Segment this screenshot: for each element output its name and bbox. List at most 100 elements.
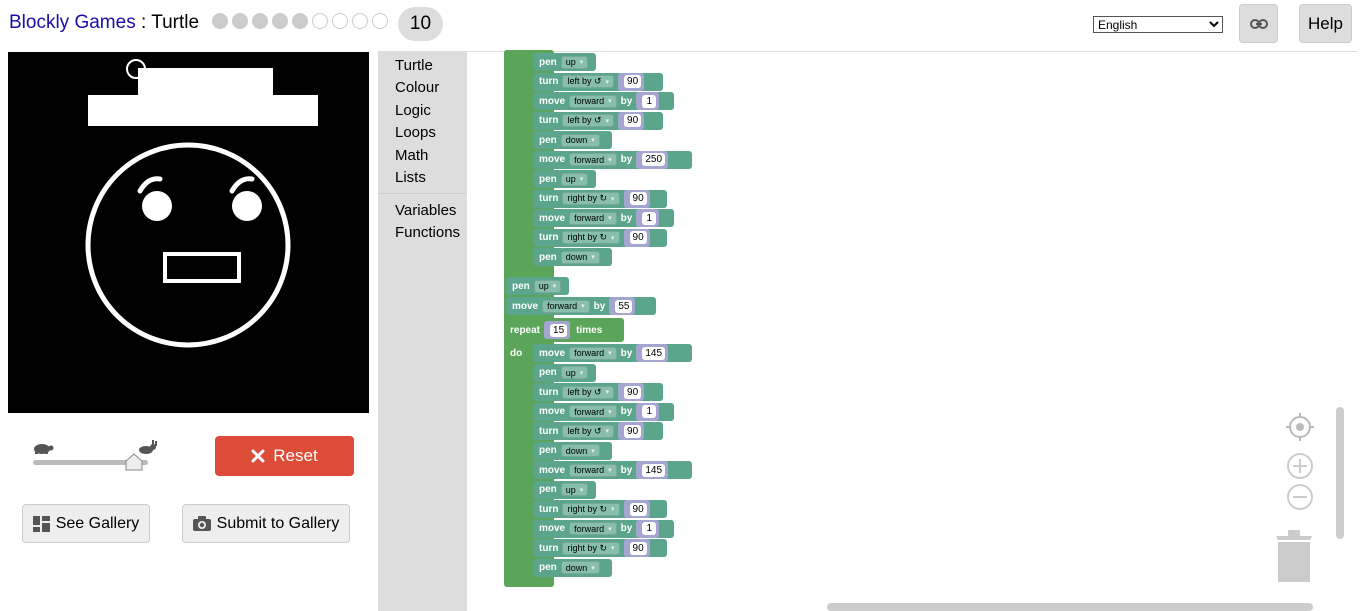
number-value[interactable]: 90	[624, 114, 642, 127]
number-value[interactable]: 1	[642, 211, 657, 225]
pen-block[interactable]: pen up ▾	[533, 363, 596, 382]
move-option-dropdown[interactable]: forward ▾	[569, 153, 617, 166]
level-dot[interactable]	[212, 13, 228, 29]
number-value[interactable]: 145	[642, 463, 666, 477]
move-block[interactable]: move forward ▾ by 145	[533, 461, 692, 479]
level-dot[interactable]	[232, 13, 248, 29]
level-dot[interactable]	[272, 13, 288, 29]
toolbox-math[interactable]: Math	[395, 147, 428, 164]
number-value[interactable]: 250	[642, 153, 666, 166]
vertical-scrollbar[interactable]	[1336, 407, 1344, 539]
level-dot[interactable]	[312, 13, 328, 29]
toolbox-variables[interactable]: Variables	[395, 202, 456, 219]
number-value[interactable]: 90	[624, 385, 642, 399]
number-value[interactable]: 90	[629, 502, 647, 516]
current-level-badge[interactable]: 10	[398, 7, 443, 41]
move-block[interactable]: move forward ▾ by 1	[533, 92, 674, 110]
pen-option-dropdown[interactable]: down ▾	[560, 444, 600, 457]
turn-option-dropdown[interactable]: left by ↺ ▾	[562, 114, 615, 127]
pen-block[interactable]: pen up ▾	[533, 53, 596, 71]
pen-option-dropdown[interactable]: down ▾	[560, 250, 600, 264]
trash-icon[interactable]	[1274, 530, 1314, 582]
blockly-workspace[interactable]: repeat 15 times do pen up ▾ turn left by ↺ ▾ 9…	[467, 50, 1357, 611]
turn-block[interactable]: turn left by ↺ ▾ 90	[533, 383, 663, 401]
repeat-block[interactable]: repeat 15 times	[504, 318, 624, 342]
pen-block[interactable]: pen down ▾	[533, 248, 612, 266]
move-block[interactable]: move forward ▾ by 1	[533, 209, 674, 227]
turn-option-dropdown[interactable]: right by ↻ ▾	[562, 231, 620, 244]
pen-option-dropdown[interactable]: down ▾	[560, 561, 600, 574]
pen-block[interactable]: pen up ▾	[533, 480, 596, 499]
move-option-dropdown[interactable]: forward ▾	[569, 346, 617, 360]
toolbox-functions[interactable]: Functions	[395, 224, 460, 241]
level-dot[interactable]	[332, 13, 348, 29]
language-select[interactable]: English	[1093, 16, 1223, 33]
move-block[interactable]: move forward ▾ by 250	[533, 150, 692, 169]
level-dot[interactable]	[292, 13, 308, 29]
toolbox-colour[interactable]: Colour	[395, 79, 439, 96]
pen-option-dropdown[interactable]: up ▾	[560, 483, 589, 496]
pen-option-dropdown[interactable]: down ▾	[560, 133, 600, 147]
turn-option-dropdown[interactable]: right by ↻ ▾	[562, 192, 620, 205]
number-value[interactable]: 1	[642, 522, 657, 535]
move-block[interactable]: move forward ▾ by 55	[506, 297, 656, 315]
turn-block[interactable]: turn right by ↻ ▾ 90	[533, 539, 667, 557]
zoom-in-icon[interactable]	[1286, 452, 1314, 480]
move-option-dropdown[interactable]: forward ▾	[569, 522, 617, 535]
pen-option-dropdown[interactable]: up ▾	[560, 55, 589, 69]
level-dot[interactable]	[352, 13, 368, 29]
pen-block[interactable]: pen down ▾	[533, 558, 612, 577]
turn-block[interactable]: turn right by ↻ ▾ 90	[533, 189, 667, 208]
move-option-dropdown[interactable]: forward ▾	[569, 211, 617, 225]
help-button[interactable]: Help	[1299, 4, 1352, 43]
move-block[interactable]: move forward ▾ by 1	[533, 519, 674, 538]
zoom-out-icon[interactable]	[1286, 483, 1314, 511]
number-value[interactable]: 55	[615, 299, 633, 313]
move-option-dropdown[interactable]: forward ▾	[569, 463, 617, 477]
move-option-dropdown[interactable]: forward ▾	[569, 405, 617, 418]
reset-button[interactable]: Reset	[215, 436, 354, 476]
turn-block[interactable]: turn right by ↻ ▾ 90	[533, 228, 667, 247]
turn-block[interactable]: turn left by ↺ ▾ 90	[533, 72, 663, 91]
toolbox-turtle[interactable]: Turtle	[395, 57, 433, 74]
submit-gallery-button[interactable]: Submit to Gallery	[182, 504, 350, 543]
pen-block[interactable]: pen down ▾	[533, 441, 612, 460]
number-value[interactable]: 1	[642, 405, 657, 418]
number-value[interactable]: 90	[629, 541, 647, 555]
number-value[interactable]: 90	[624, 75, 642, 88]
number-value[interactable]: 90	[629, 231, 647, 244]
speed-slider-thumb[interactable]	[125, 453, 143, 471]
number-value[interactable]: 90	[624, 424, 642, 438]
turn-option-dropdown[interactable]: left by ↺ ▾	[562, 424, 615, 438]
repeat-count[interactable]: 15	[550, 323, 568, 337]
number-value[interactable]: 1	[642, 94, 657, 108]
move-option-dropdown[interactable]: forward ▾	[542, 299, 590, 313]
level-dot[interactable]	[252, 13, 268, 29]
brand-link[interactable]: Blockly Games	[9, 12, 136, 33]
turn-option-dropdown[interactable]: right by ↻ ▾	[562, 541, 620, 555]
pen-block[interactable]: pen down ▾	[533, 131, 612, 149]
move-block[interactable]: move forward ▾ by 1	[533, 402, 674, 421]
see-gallery-button[interactable]: See Gallery	[22, 504, 150, 543]
link-button[interactable]	[1239, 4, 1278, 43]
pen-option-dropdown[interactable]: up ▾	[560, 366, 589, 379]
turn-block[interactable]: turn right by ↻ ▾ 90	[533, 500, 667, 518]
move-option-dropdown[interactable]: forward ▾	[569, 94, 617, 108]
number-value[interactable]: 90	[629, 192, 647, 205]
turn-block[interactable]: turn left by ↺ ▾ 90	[533, 422, 663, 440]
toolbox-logic[interactable]: Logic	[395, 102, 431, 119]
toolbox-lists[interactable]: Lists	[395, 169, 426, 186]
pen-block[interactable]: pen up ▾	[506, 277, 569, 295]
pen-option-dropdown[interactable]: up ▾	[560, 172, 589, 186]
turn-block[interactable]: turn left by ↺ ▾ 90	[533, 111, 663, 130]
center-icon[interactable]	[1285, 412, 1315, 442]
pen-option-dropdown[interactable]: up ▾	[533, 279, 562, 293]
level-dot[interactable]	[372, 13, 388, 29]
turn-option-dropdown[interactable]: left by ↺ ▾	[562, 385, 615, 399]
turn-option-dropdown[interactable]: right by ↻ ▾	[562, 502, 620, 516]
toolbox-loops[interactable]: Loops	[395, 124, 436, 141]
horizontal-scrollbar[interactable]	[827, 603, 1313, 611]
number-value[interactable]: 145	[642, 346, 666, 360]
pen-block[interactable]: pen up ▾	[533, 170, 596, 188]
move-block[interactable]: move forward ▾ by 145	[533, 344, 692, 362]
